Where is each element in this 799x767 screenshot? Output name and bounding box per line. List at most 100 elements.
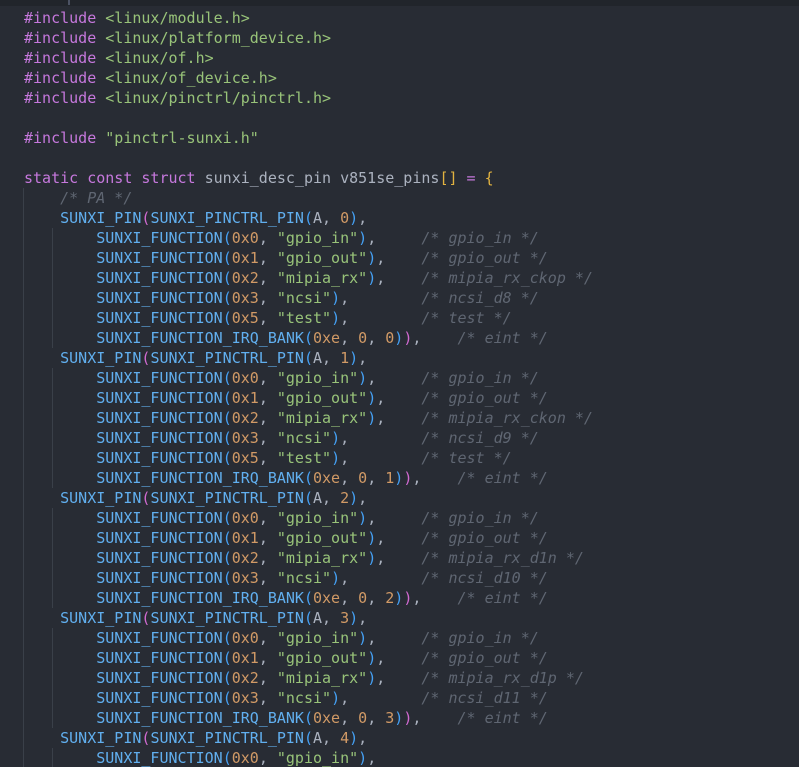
- code-token-id: [24, 329, 96, 347]
- code-token-b3: (: [304, 609, 313, 627]
- code-token-cmt: /* mipia_rx_ckop */: [421, 269, 593, 287]
- code-token-b3: ): [331, 289, 340, 307]
- code-token-str: "gpio_out": [277, 389, 367, 407]
- code-token-b3: (: [223, 449, 232, 467]
- code-token-str: "mipia_rx": [277, 269, 367, 287]
- code-token-fn: SUNXI_PIN: [60, 609, 141, 627]
- code-token-id: ,: [367, 509, 376, 527]
- code-token-fn: SUNXI_FUNCTION: [96, 269, 222, 287]
- code-token-fn: SUNXI_FUNCTION: [96, 569, 222, 587]
- code-token-id: [24, 509, 96, 527]
- code-token-id: ,: [259, 569, 277, 587]
- code-token-id: A,: [313, 209, 340, 227]
- code-token-id: ,: [340, 469, 358, 487]
- code-token-b3: (: [304, 209, 313, 227]
- code-token-str: "gpio_out": [277, 249, 367, 267]
- code-token-id: ,: [358, 489, 367, 507]
- code-line: SUNXI_FUNCTION(0x1, "gpio_out"), /* gpio…: [24, 388, 593, 408]
- code-token-num: 0: [385, 329, 394, 347]
- code-line: #include <linux/pinctrl/pinctrl.h>: [24, 88, 593, 108]
- code-token-b2: ): [403, 329, 412, 347]
- code-token-id: [24, 389, 96, 407]
- code-token-b3: ): [358, 369, 367, 387]
- code-token-cmt: /* ncsi_d9 */: [421, 429, 538, 447]
- code-token-id: [24, 409, 96, 427]
- code-token-id: [24, 489, 60, 507]
- code-token-id: [24, 589, 96, 607]
- code-token-id: [349, 429, 421, 447]
- code-token-id: ,: [259, 309, 277, 327]
- code-token-id: ,: [376, 249, 385, 267]
- code-token-num: 0x0: [232, 509, 259, 527]
- code-token-fn: SUNXI_PIN: [60, 209, 141, 227]
- code-token-id: A,: [313, 729, 340, 747]
- code-token-b3: ): [349, 609, 358, 627]
- code-token-num: 0x2: [232, 549, 259, 567]
- code-line: #include <linux/of_device.h>: [24, 68, 593, 88]
- code-token-cmt: /* gpio_in */: [421, 369, 538, 387]
- code-token-id: [24, 349, 60, 367]
- code-token-b3: ): [367, 269, 376, 287]
- code-token-id: ,: [340, 449, 349, 467]
- code-token-num: 0xe: [313, 329, 340, 347]
- code-token-id: [421, 589, 457, 607]
- code-token-fn: SUNXI_FUNCTION_IRQ_BANK: [96, 589, 304, 607]
- code-token-str: <linux/of.h>: [105, 49, 213, 67]
- code-token-cmt: /* ncsi_d10 */: [421, 569, 547, 587]
- code-token-id: ,: [259, 389, 277, 407]
- code-token-id: [421, 329, 457, 347]
- code-token-id: ,: [259, 669, 277, 687]
- code-token-id: [24, 549, 96, 567]
- code-token-str: <linux/platform_device.h>: [105, 29, 331, 47]
- code-token-fn: SUNXI_FUNCTION: [96, 409, 222, 427]
- code-token-id: ,: [259, 749, 277, 767]
- code-line: SUNXI_FUNCTION(0x1, "gpio_out"), /* gpio…: [24, 248, 593, 268]
- code-token-b3: ): [331, 689, 340, 707]
- code-token-cmt: /* gpio_in */: [421, 629, 538, 647]
- code-token-id: [24, 689, 96, 707]
- code-token-id: [24, 309, 96, 327]
- code-line: SUNXI_FUNCTION(0x0, "gpio_in"),: [24, 748, 593, 767]
- code-token-id: [24, 609, 60, 627]
- code-token-num: 0: [358, 329, 367, 347]
- code-token-cmt: /* eint */: [458, 589, 548, 607]
- code-line: SUNXI_FUNCTION_IRQ_BANK(0xe, 0, 1)), /* …: [24, 468, 593, 488]
- code-token-num: 0x3: [232, 689, 259, 707]
- code-token-num: 4: [340, 729, 349, 747]
- code-token-num: 0xe: [313, 589, 340, 607]
- code-token-b3: (: [223, 509, 232, 527]
- code-token-fn: SUNXI_PIN: [60, 489, 141, 507]
- code-token-kw: #include: [24, 129, 105, 147]
- code-token-b3: ): [367, 389, 376, 407]
- code-token-b3: (: [223, 289, 232, 307]
- code-token-str: "gpio_in": [277, 749, 358, 767]
- code-token-num: 0x2: [232, 669, 259, 687]
- code-token-id: [24, 269, 96, 287]
- code-token-b3: (: [223, 369, 232, 387]
- code-token-num: 0x5: [232, 309, 259, 327]
- code-token-str: "gpio_out": [277, 649, 367, 667]
- code-token-num: 0x0: [232, 369, 259, 387]
- code-token-str: "gpio_in": [277, 369, 358, 387]
- code-token-b3: (: [304, 489, 313, 507]
- code-token-num: 0xe: [313, 469, 340, 487]
- code-token-b3: ): [331, 429, 340, 447]
- code-line: SUNXI_FUNCTION(0x1, "gpio_out"), /* gpio…: [24, 648, 593, 668]
- code-token-fn: SUNXI_PINCTRL_PIN: [150, 489, 304, 507]
- code-line: SUNXI_FUNCTION(0x5, "test"), /* test */: [24, 448, 593, 468]
- code-token-id: [24, 569, 96, 587]
- code-line: SUNXI_FUNCTION(0x2, "mipia_rx"), /* mipi…: [24, 268, 593, 288]
- code-token-str: "mipia_rx": [277, 669, 367, 687]
- code-token-id: [24, 209, 60, 227]
- code-token-fn: SUNXI_FUNCTION: [96, 689, 222, 707]
- code-token-id: ,: [367, 369, 376, 387]
- code-line: SUNXI_FUNCTION(0x0, "gpio_in"), /* gpio_…: [24, 228, 593, 248]
- code-token-id: ,: [259, 229, 277, 247]
- code-editor[interactable]: #include <linux/module.h>#include <linux…: [0, 0, 799, 767]
- code-token-num: 0x2: [232, 269, 259, 287]
- code-token-kw: #include: [24, 29, 105, 47]
- code-line: static const struct sunxi_desc_pin v851s…: [24, 168, 593, 188]
- code-token-id: ,: [367, 749, 376, 767]
- code-token-id: ,: [259, 649, 277, 667]
- code-token-cmt: /* gpio_out */: [421, 389, 547, 407]
